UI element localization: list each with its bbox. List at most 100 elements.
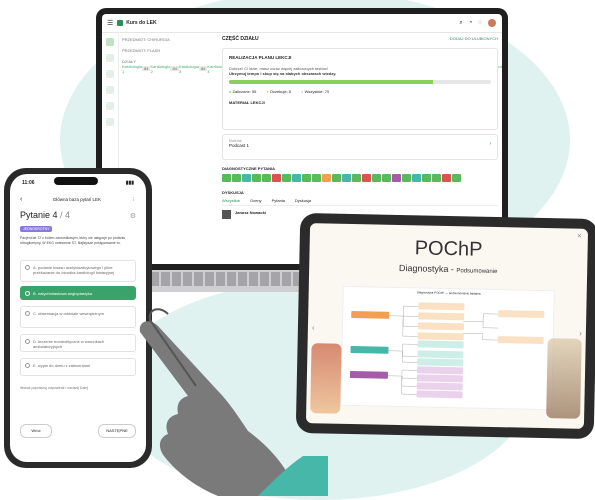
- nav-stats-icon[interactable]: [106, 102, 114, 110]
- tree-item-badge: 84: [198, 66, 208, 71]
- chevron-right-icon: ›: [489, 141, 491, 147]
- material-value: Podcast 1: [229, 143, 250, 148]
- notification-icon[interactable]: ◔: [469, 20, 473, 26]
- question-chip[interactable]: [302, 174, 311, 182]
- question-chip[interactable]: [402, 174, 411, 182]
- question-chip[interactable]: [292, 174, 301, 182]
- questions-title: DIAGNOSTYCZNE PYTANIA: [222, 166, 276, 171]
- tab-discussion[interactable]: Dyskusja: [295, 198, 311, 203]
- breadcrumb[interactable]: PRZEDMIOT: CHIRURGIA: [122, 36, 192, 43]
- tablet-screen: POChP Diagnostyka - Podsumowanie Diagnos…: [305, 223, 589, 429]
- main-content: CZĘŚĆ DZIAŁU DODAJ DO ULUBIONYCH REALIZA…: [222, 36, 498, 219]
- question-chip[interactable]: [262, 174, 271, 182]
- tree-item[interactable]: Kardiologia 1 84: [122, 63, 151, 74]
- progress-bar: [229, 80, 491, 84]
- search-icon[interactable]: ⌕: [459, 20, 462, 27]
- legend-pending: ● Oczekuje: 5: [266, 89, 292, 94]
- tree-item-label: Kardiologia 2: [150, 63, 171, 74]
- section-label: CZĘŚĆ DZIAŁU: [222, 36, 259, 42]
- question-chip[interactable]: [412, 174, 421, 182]
- question-chip[interactable]: [352, 174, 361, 182]
- question-tag: JEDNOKROTNY: [20, 226, 53, 232]
- close-icon[interactable]: ✕: [577, 233, 582, 240]
- question-chip[interactable]: [312, 174, 321, 182]
- menu-icon[interactable]: ⋮: [132, 197, 137, 203]
- question-chip[interactable]: [222, 174, 231, 182]
- diagram-node: [349, 370, 389, 379]
- status-time: 11:06: [22, 180, 35, 186]
- tree-item[interactable]: Kardiologia 2 84: [150, 63, 179, 74]
- diagram-node: [497, 336, 544, 345]
- diagram-node: [416, 374, 463, 383]
- illustration-right: [546, 338, 582, 419]
- tab-all[interactable]: Wszystkie: [222, 198, 240, 203]
- battery-icon: ▮▮▮: [125, 180, 134, 186]
- question-chip[interactable]: [382, 174, 391, 182]
- nav-history-icon[interactable]: [106, 86, 114, 94]
- discussion-title: DYSKUSJA: [222, 190, 244, 195]
- question-chip[interactable]: [442, 174, 451, 182]
- plan-text-2: Utrzymuj tempo i skup się na słabych obs…: [229, 71, 337, 76]
- question-chip[interactable]: [392, 174, 401, 182]
- back-button[interactable]: Wróć: [20, 424, 52, 438]
- question-chip[interactable]: [252, 174, 261, 182]
- discussion-tabs: Wszystkie Oceny Pytania Dyskusja: [222, 198, 498, 206]
- material-select[interactable]: Materiał Podcast 1 ›: [222, 134, 498, 160]
- question-chip[interactable]: [422, 174, 431, 182]
- question-chip[interactable]: [322, 174, 331, 182]
- diagram-node: [416, 382, 463, 391]
- tree-item-label: Kardiologia 1: [122, 63, 143, 74]
- diagram-node: [417, 358, 464, 367]
- answer-option[interactable]: A. podanie kwasu acetylosalicylowego i p…: [20, 260, 136, 282]
- tree-item[interactable]: Kardiologia 3 84: [178, 63, 208, 74]
- question-chip[interactable]: [452, 174, 461, 182]
- diagram-node: [498, 310, 545, 319]
- question-chip[interactable]: [272, 174, 281, 182]
- comment-avatar: [222, 210, 231, 219]
- app-title: Kurs do LEK: [126, 20, 157, 26]
- diagram-node: [351, 310, 390, 319]
- diagram-node: [417, 366, 464, 375]
- diagram-node: [417, 332, 464, 341]
- breadcrumb-2[interactable]: PRZEDMIOT: FLASH: [122, 47, 192, 54]
- diagram: Diagnostyka POChP — podsumowanie badania: [340, 285, 555, 411]
- avatar[interactable]: [488, 19, 496, 27]
- tree-item-label: Kardiologia 3: [178, 63, 199, 74]
- settings-icon[interactable]: ⚙: [130, 212, 136, 220]
- tab-questions[interactable]: Pytania: [272, 198, 285, 203]
- question-chip[interactable]: [432, 174, 441, 182]
- nav-courses-icon[interactable]: [106, 54, 114, 62]
- diagram-node: [350, 345, 389, 354]
- legend-done: ● Zaliczone: 55: [229, 89, 257, 94]
- nav-likes-icon[interactable]: [106, 118, 114, 126]
- tab-grades[interactable]: Oceny: [250, 198, 262, 203]
- question-heading: Pytanie 4 / 4: [20, 210, 70, 220]
- question-chip[interactable]: [232, 174, 241, 182]
- question-title: Pytanie 4: [20, 210, 58, 220]
- add-to-favorites-button[interactable]: DODAJ DO ULUBIONYCH: [450, 36, 498, 42]
- question-chip[interactable]: [332, 174, 341, 182]
- question-chip[interactable]: [372, 174, 381, 182]
- section-tree: PRZEDMIOT: CHIRURGIA PRZEDMIOT: FLASH DZ…: [122, 36, 502, 74]
- chat-icon[interactable]: ◌: [478, 20, 482, 26]
- menu-icon[interactable]: ☰: [107, 19, 113, 27]
- nav-home-icon[interactable]: [106, 38, 114, 46]
- question-chip[interactable]: [362, 174, 371, 182]
- tablet: POChP Diagnostyka - Podsumowanie Diagnos…: [295, 212, 595, 440]
- plan-title: REALIZACJA PLANU LEKCJI: [229, 55, 292, 60]
- question-chip[interactable]: [342, 174, 351, 182]
- question-chip[interactable]: [282, 174, 291, 182]
- next-slide-icon[interactable]: ›: [579, 329, 582, 338]
- progress-fill: [229, 80, 434, 84]
- top-bar: ☰ Kurs do LEK ⌕ ◔ ◌: [102, 14, 502, 33]
- app-logo: [117, 20, 124, 26]
- tree-item-badge: 84: [170, 66, 179, 71]
- nav-questions-icon[interactable]: [106, 70, 114, 78]
- material-title: MATERIAŁ LEKCJI: [229, 100, 265, 105]
- question-total: / 4: [60, 210, 71, 220]
- question-chip[interactable]: [242, 174, 251, 182]
- diagram-node: [418, 312, 465, 321]
- nav-title: Główna baza pytań LEK: [52, 197, 102, 202]
- diagram-node: [417, 322, 465, 331]
- pointing-hand: [139, 308, 328, 496]
